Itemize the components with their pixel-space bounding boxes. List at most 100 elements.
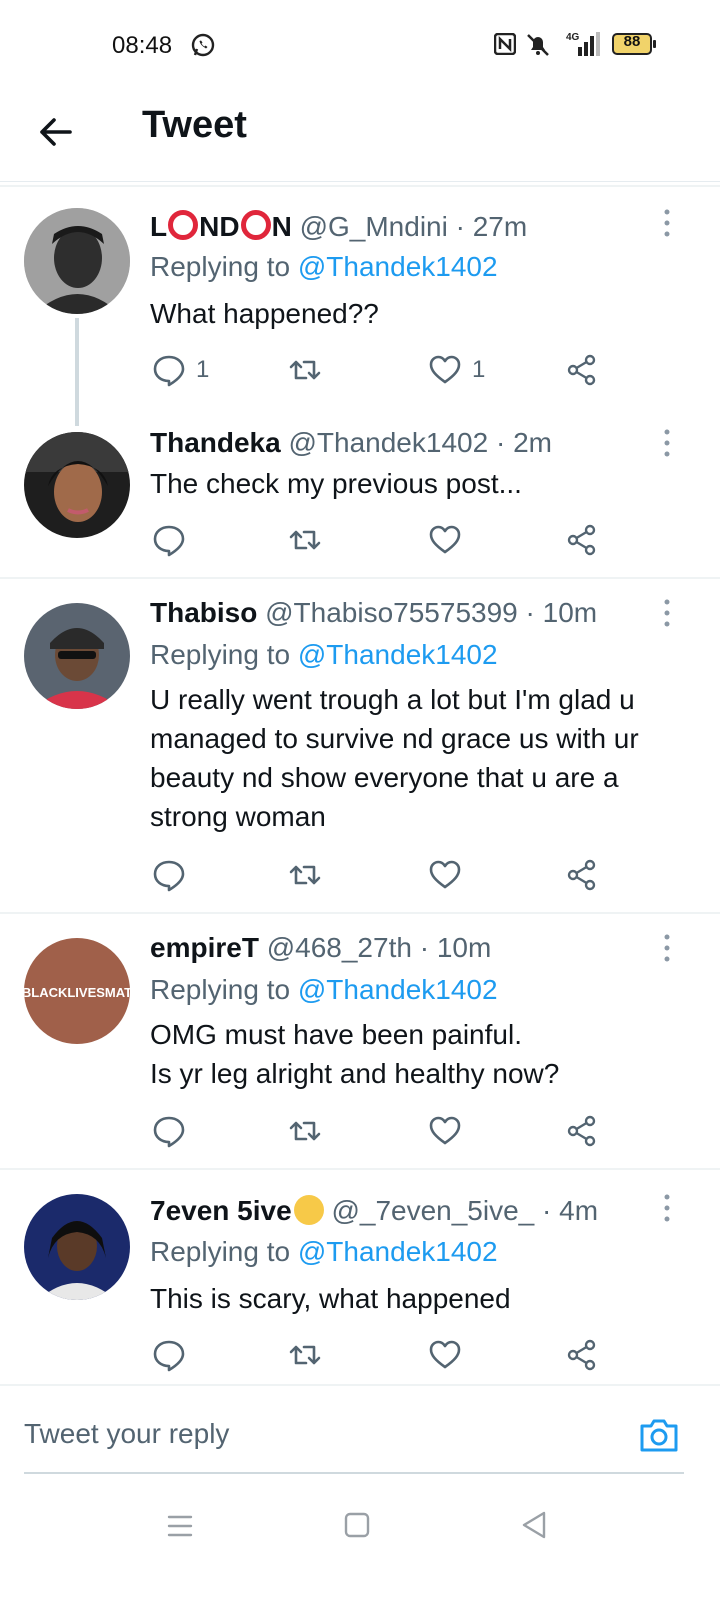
reply-button[interactable]: 1: [152, 352, 209, 388]
reply-button[interactable]: [152, 1113, 186, 1149]
battery-indicator: 88: [612, 33, 656, 55]
replying-to: Replying to @Thandek1402: [150, 1236, 498, 1267]
tweet-time: 10m: [542, 597, 598, 628]
like-count: 1: [472, 356, 486, 383]
status-time: 08:48: [112, 32, 173, 59]
ring-emoji: [168, 210, 199, 240]
like-button[interactable]: [428, 1113, 462, 1149]
battery-level: 88: [623, 33, 641, 50]
tweet-actions: [150, 857, 620, 897]
retweet-button[interactable]: [288, 522, 322, 558]
nfc-icon: [494, 33, 516, 55]
more-options-icon[interactable]: [660, 598, 674, 628]
tweet-author-name: 7even 5ive: [150, 1195, 324, 1226]
heart-icon: [429, 355, 461, 384]
retweet-button[interactable]: [288, 352, 322, 388]
home-square-icon[interactable]: [344, 1512, 370, 1538]
share-button[interactable]: [565, 1113, 599, 1149]
tweet-handle[interactable]: @468_27th: [267, 932, 412, 963]
reply-count: 1: [196, 356, 210, 383]
retweet-icon: [289, 865, 321, 885]
page-header: Tweet: [0, 90, 720, 182]
back-arrow-icon[interactable]: [36, 112, 76, 152]
ring-emoji: [240, 210, 271, 240]
back-triangle-icon[interactable]: [520, 1510, 548, 1540]
reply-button[interactable]: [152, 857, 186, 893]
tweet-handle[interactable]: @_7even_5ive_: [331, 1195, 534, 1226]
mute-icon: [527, 34, 549, 56]
tweet-handle[interactable]: @Thandek1402: [288, 427, 488, 458]
page-title: Tweet: [142, 104, 247, 146]
more-options-icon[interactable]: [660, 1193, 674, 1223]
reply-input[interactable]: Tweet your reply: [24, 1418, 229, 1450]
tweet-time: 27m: [472, 211, 528, 242]
retweet-button[interactable]: [288, 1337, 322, 1373]
avatar[interactable]: [24, 1194, 130, 1300]
share-button[interactable]: [565, 522, 599, 558]
mention-link[interactable]: @Thandek1402: [298, 1236, 498, 1267]
like-button[interactable]: [428, 522, 462, 558]
tweet-author-name: L ND N: [150, 210, 292, 242]
tweet-divider: [0, 1168, 720, 1170]
tweet-author-name: Thabiso: [150, 597, 258, 628]
system-nav-bar: [0, 1490, 720, 1600]
replying-to: Replying to @Thandek1402: [150, 639, 498, 670]
reply-button[interactable]: [152, 522, 186, 558]
tweet-author-name: empireT: [150, 932, 259, 963]
retweet-icon: [289, 530, 321, 550]
network-label: 4G: [566, 32, 580, 43]
more-options-icon[interactable]: [660, 428, 674, 458]
share-button[interactable]: [565, 1337, 599, 1373]
tweet-time: 10m: [436, 932, 492, 963]
tweet-handle[interactable]: @G_Mndini: [300, 211, 448, 242]
composer-underline: [24, 1472, 684, 1474]
like-button[interactable]: [428, 857, 462, 893]
avatar[interactable]: BLACKLIVESMAT: [24, 938, 130, 1044]
tweet-text: U really went trough a lot but I'm glad …: [150, 684, 639, 832]
like-button[interactable]: 1: [428, 352, 485, 388]
tweet-text: The check my previous post...: [150, 468, 522, 499]
replying-to: Replying to @Thandek1402: [150, 251, 498, 282]
avatar[interactable]: [24, 208, 130, 314]
mention-link[interactable]: @Thandek1402: [298, 974, 498, 1005]
tweet-time: 2m: [513, 427, 552, 458]
tweet-text: This is scary, what happened: [150, 1283, 511, 1314]
reply-icon: [153, 1116, 185, 1148]
more-options-icon[interactable]: [660, 208, 674, 238]
mention-link[interactable]: @Thandek1402: [298, 639, 498, 670]
share-button[interactable]: [565, 857, 599, 893]
reply-icon: [153, 860, 185, 892]
share-icon: [567, 1339, 596, 1371]
whatsapp-icon: [191, 33, 215, 57]
like-button[interactable]: [428, 1337, 462, 1373]
share-icon: [567, 1115, 596, 1147]
reply-button[interactable]: [152, 1337, 186, 1373]
retweet-icon: [289, 1121, 321, 1141]
tweet-time: 4m: [559, 1195, 599, 1226]
mention-link[interactable]: @Thandek1402: [298, 251, 498, 282]
retweet-icon: [289, 1345, 321, 1365]
reply-icon: [153, 1340, 185, 1372]
tweet-handle[interactable]: @Thabiso75575399: [265, 597, 518, 628]
avatar[interactable]: [24, 432, 130, 538]
share-button[interactable]: [565, 352, 599, 388]
tweet-author-name: Thandeka: [150, 427, 281, 458]
share-icon: [567, 524, 596, 556]
tweet-text: What happened??: [150, 298, 379, 329]
avatar[interactable]: [24, 603, 130, 709]
tweet-actions: [150, 1337, 620, 1377]
camera-icon[interactable]: [638, 1414, 680, 1456]
share-icon: [567, 354, 596, 386]
reply-icon: [153, 525, 185, 557]
retweet-icon: [289, 360, 321, 380]
heart-icon: [429, 525, 461, 554]
share-icon: [567, 859, 596, 891]
star-emoji: [293, 1195, 324, 1225]
status-bar: 08:48 4G 88: [0, 0, 720, 90]
signal-icon: 4G: [566, 32, 600, 56]
more-options-icon[interactable]: [660, 933, 674, 963]
retweet-button[interactable]: [288, 857, 322, 893]
tweet-actions: [150, 522, 620, 562]
recents-menu-icon[interactable]: [166, 1512, 194, 1540]
retweet-button[interactable]: [288, 1113, 322, 1149]
